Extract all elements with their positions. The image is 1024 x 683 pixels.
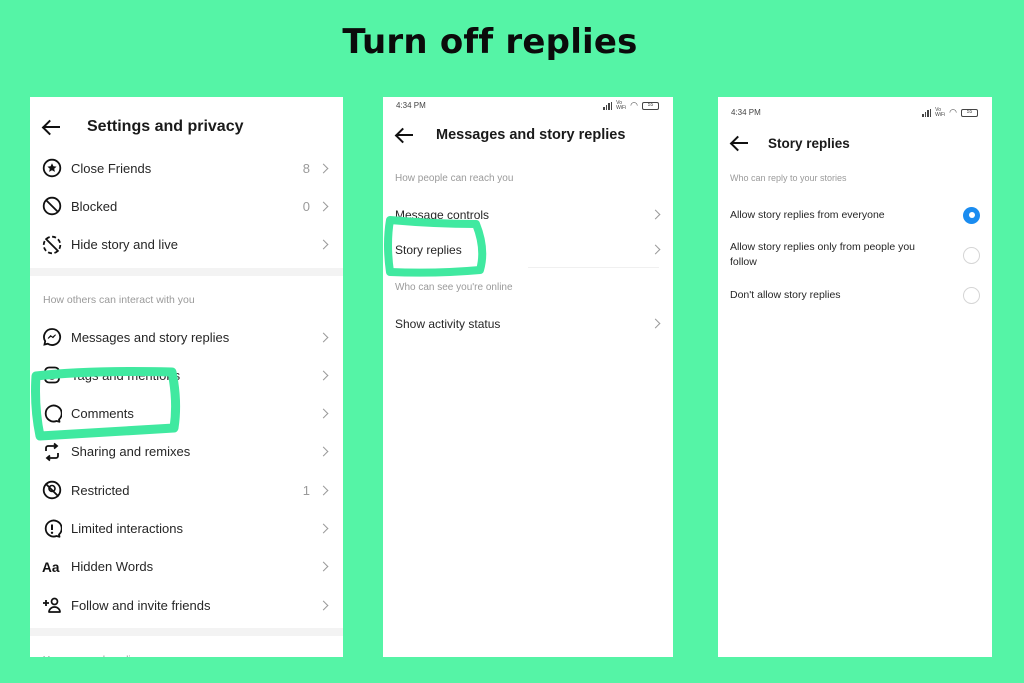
battery-icon: 55: [642, 101, 659, 110]
blocked-icon: [42, 196, 62, 216]
star-circle-icon: [42, 158, 62, 178]
item-label: Blocked: [71, 198, 118, 214]
add-friend-icon: [42, 595, 62, 615]
settings-item-tags[interactable]: @ Tags and mentions: [30, 356, 343, 394]
wifi-icon: ◠: [630, 100, 638, 110]
settings-privacy-screen: Settings and privacy Close Friends 8 Blo…: [30, 97, 343, 657]
back-arrow-icon[interactable]: [730, 136, 750, 150]
chevron-right-icon: [318, 523, 329, 534]
settings-item-limited[interactable]: Limited interactions: [30, 509, 343, 547]
status-time: 4:34 PM: [396, 101, 426, 110]
chevron-right-icon: [318, 332, 329, 342]
message-controls-item[interactable]: Message controls: [383, 197, 673, 232]
item-label: Messages and story replies: [71, 329, 230, 345]
vowifi-label: Vo WiFi: [616, 99, 627, 111]
chevron-right-icon: [318, 201, 329, 212]
item-label: Restricted: [71, 482, 130, 498]
restricted-icon: [42, 480, 62, 500]
settings-item-hidden-words[interactable]: Aa Hidden Words: [30, 548, 343, 586]
item-label: Limited interactions: [71, 521, 183, 537]
comment-icon: [42, 404, 62, 424]
settings-item-restricted[interactable]: Restricted 1: [30, 471, 343, 509]
messages-story-replies-screen: 4:34 PM Vo WiFi ◠ 55 Messages and story …: [383, 97, 673, 657]
signal-icon: [603, 101, 613, 110]
svg-text:Aa: Aa: [42, 560, 60, 575]
item-label: Hidden Words: [71, 559, 154, 575]
chevron-right-icon: [318, 163, 329, 174]
option-everyone[interactable]: Allow story replies from everyone: [718, 201, 992, 229]
status-time: 4:34 PM: [731, 108, 761, 117]
screen-title: Settings and privacy: [87, 118, 244, 135]
share-remix-icon: [42, 442, 62, 462]
chevron-right-icon: [650, 318, 661, 329]
option-people-you-follow[interactable]: Allow story replies only from people you…: [718, 229, 992, 281]
item-label: Sharing and remixes: [71, 444, 191, 460]
item-count: 1: [302, 482, 310, 498]
item-label: Hide story and live: [71, 237, 178, 253]
story-replies-screen: 4:34 PM Vo WiFi ◠ 55 Story replies Who c…: [718, 97, 992, 657]
story-replies-item[interactable]: Story replies: [383, 232, 673, 267]
item-label: Comments: [71, 406, 134, 422]
section-label: How people can reach you: [395, 173, 514, 184]
battery-icon: 55: [961, 108, 978, 117]
story-replies-header: Story replies: [718, 117, 992, 169]
item-label: Story replies: [395, 242, 462, 257]
chevron-right-icon: [650, 209, 661, 220]
option-label: Don't allow story replies: [730, 288, 841, 301]
back-arrow-icon[interactable]: [42, 120, 62, 134]
chevron-right-icon: [318, 239, 329, 250]
item-label: Close Friends: [71, 160, 152, 176]
chevron-right-icon: [318, 446, 329, 457]
tag-icon: @: [42, 365, 62, 385]
settings-item-comments[interactable]: Comments: [30, 394, 343, 432]
item-count: 0: [302, 198, 310, 214]
section-label: Who can reply to your stories: [730, 173, 847, 183]
item-label: Follow and invite friends: [71, 597, 211, 613]
screen-title: Story replies: [768, 135, 850, 151]
option-dont-allow[interactable]: Don't allow story replies: [718, 281, 992, 309]
section-label: Who can see you're online: [395, 282, 513, 293]
settings-item-sharing[interactable]: Sharing and remixes: [30, 433, 343, 471]
section-divider: [30, 628, 343, 637]
settings-header: Settings and privacy: [30, 105, 343, 149]
section-divider: [30, 267, 343, 276]
messages-header: Messages and story replies: [383, 113, 673, 157]
limited-interactions-icon: [42, 519, 62, 539]
signal-icon: [922, 108, 932, 117]
chevron-right-icon: [318, 408, 329, 419]
hidden-words-icon: Aa: [42, 557, 62, 577]
status-bar: 4:34 PM Vo WiFi ◠ 55: [718, 97, 992, 117]
screen-title: Messages and story replies: [436, 127, 626, 143]
messenger-icon: [42, 327, 62, 347]
item-label: Tags and mentions: [71, 367, 181, 383]
chevron-right-icon: [318, 370, 329, 381]
option-label: Allow story replies from everyone: [730, 208, 885, 221]
option-label: Allow story replies only from people you…: [730, 241, 916, 268]
settings-item-follow-invite[interactable]: Follow and invite friends: [30, 586, 343, 624]
hide-story-icon: [42, 235, 62, 255]
page-title: Turn off replies: [342, 22, 638, 62]
back-arrow-icon[interactable]: [395, 128, 415, 142]
item-label: Show activity status: [395, 316, 501, 331]
settings-item-close-friends[interactable]: Close Friends 8: [30, 149, 343, 187]
vowifi-label: Vo WiFi: [935, 106, 946, 118]
chevron-right-icon: [318, 485, 329, 496]
settings-item-blocked[interactable]: Blocked 0: [30, 187, 343, 225]
radio-unselected[interactable]: [963, 246, 980, 264]
chevron-right-icon: [318, 561, 329, 572]
item-label: Message controls: [395, 207, 490, 222]
settings-item-messages[interactable]: Messages and story replies: [30, 318, 343, 356]
show-activity-status-item[interactable]: Show activity status: [383, 306, 673, 341]
svg-text:@: @: [48, 371, 57, 381]
section-label: How others can interact with you: [43, 293, 195, 306]
item-count: 8: [302, 160, 310, 176]
chevron-right-icon: [318, 600, 329, 611]
settings-item-hide-story[interactable]: Hide story and live: [30, 226, 343, 264]
radio-unselected[interactable]: [963, 286, 980, 304]
radio-selected[interactable]: [963, 206, 980, 224]
chevron-right-icon: [650, 244, 661, 255]
section-label: Your app and media: [30, 636, 343, 657]
status-bar: 4:34 PM Vo WiFi ◠ 55: [383, 97, 673, 113]
